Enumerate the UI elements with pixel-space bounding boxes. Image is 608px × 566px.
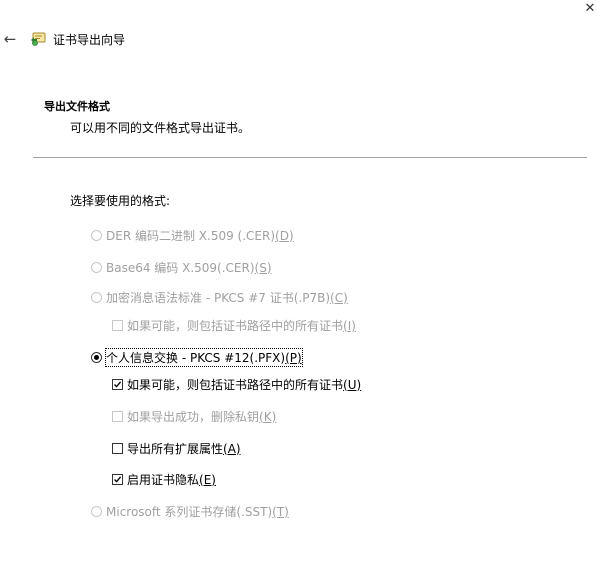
option-mnemonic: (D) (275, 228, 294, 243)
option-label: 如果可能，则包括证书路径中的所有证书 (127, 378, 344, 392)
checkbox-export-extended-properties[interactable]: 导出所有扩展属性 (A) (112, 440, 241, 457)
radio-button[interactable] (91, 262, 102, 273)
option-mnemonic: (E) (199, 472, 216, 487)
option-label: 如果导出成功，删除私钥 (127, 410, 260, 424)
option-mnemonic: (K) (259, 409, 277, 424)
option-label: 个人信息交换 - PKCS #12(.PFX) (106, 351, 286, 365)
checkbox[interactable] (112, 474, 123, 485)
option-label: DER 编码二进制 X.509 (.CER) (106, 229, 276, 243)
radio-microsoft-sst[interactable]: Microsoft 系列证书存储(.SST) (T) (91, 503, 289, 520)
radio-pkcs7-p7b[interactable]: 加密消息语法标准 - PKCS #7 证书(.P7B) (C) (91, 289, 348, 306)
close-button[interactable]: ✕ (572, 0, 608, 16)
radio-button[interactable] (91, 506, 102, 517)
option-mnemonic: (I) (343, 318, 356, 333)
back-button[interactable]: ← (0, 29, 20, 49)
radio-button[interactable] (91, 292, 102, 303)
option-mnemonic: (U) (343, 377, 362, 392)
window-title: 证书导出向导 (53, 33, 126, 47)
option-label: 导出所有扩展属性 (127, 442, 224, 456)
checkbox[interactable] (112, 379, 123, 390)
option-label: Microsoft 系列证书存储(.SST) (106, 505, 273, 519)
checkbox[interactable] (112, 320, 123, 331)
back-arrow-icon: ← (3, 30, 17, 48)
option-label: 加密消息语法标准 - PKCS #7 证书(.P7B) (106, 291, 331, 305)
option-mnemonic: (C) (330, 290, 348, 305)
option-mnemonic: (S) (254, 260, 272, 275)
radio-button[interactable] (91, 352, 102, 363)
option-mnemonic: (P) (285, 351, 302, 365)
format-prompt: 选择要使用的格式: (70, 194, 171, 208)
checkbox-p7b-include-chain[interactable]: 如果可能，则包括证书路径中的所有证书 (I) (112, 317, 356, 334)
option-label-group: 个人信息交换 - PKCS #12(.PFX)(P) (105, 348, 303, 367)
option-label: 启用证书隐私 (127, 473, 200, 487)
option-mnemonic: (A) (223, 441, 241, 456)
certificate-wizard-icon (31, 32, 46, 46)
header-divider (33, 157, 587, 158)
checkbox-pfx-include-chain[interactable]: 如果可能，则包括证书路径中的所有证书 (U) (112, 376, 361, 393)
checkmark-icon (114, 381, 122, 388)
radio-selected-dot (94, 355, 99, 360)
radio-der-cer[interactable]: DER 编码二进制 X.509 (.CER) (D) (91, 227, 294, 244)
checkmark-icon (114, 476, 122, 483)
checkbox[interactable] (112, 443, 123, 454)
radio-base64-cer[interactable]: Base64 编码 X.509(.CER) (S) (91, 259, 272, 276)
option-label: Base64 编码 X.509(.CER) (106, 261, 255, 275)
section-heading: 导出文件格式 (44, 100, 110, 113)
checkbox-delete-private-key[interactable]: 如果导出成功，删除私钥 (K) (112, 408, 276, 425)
option-label: 如果可能，则包括证书路径中的所有证书 (127, 319, 344, 333)
close-icon: ✕ (584, 0, 596, 16)
section-description: 可以用不同的文件格式导出证书。 (70, 121, 251, 135)
checkbox-enable-certificate-privacy[interactable]: 启用证书隐私 (E) (112, 471, 216, 488)
option-mnemonic: (T) (272, 504, 289, 519)
checkbox[interactable] (112, 411, 123, 422)
radio-pkcs12-pfx[interactable]: 个人信息交换 - PKCS #12(.PFX)(P) (91, 348, 303, 367)
radio-button[interactable] (91, 230, 102, 241)
